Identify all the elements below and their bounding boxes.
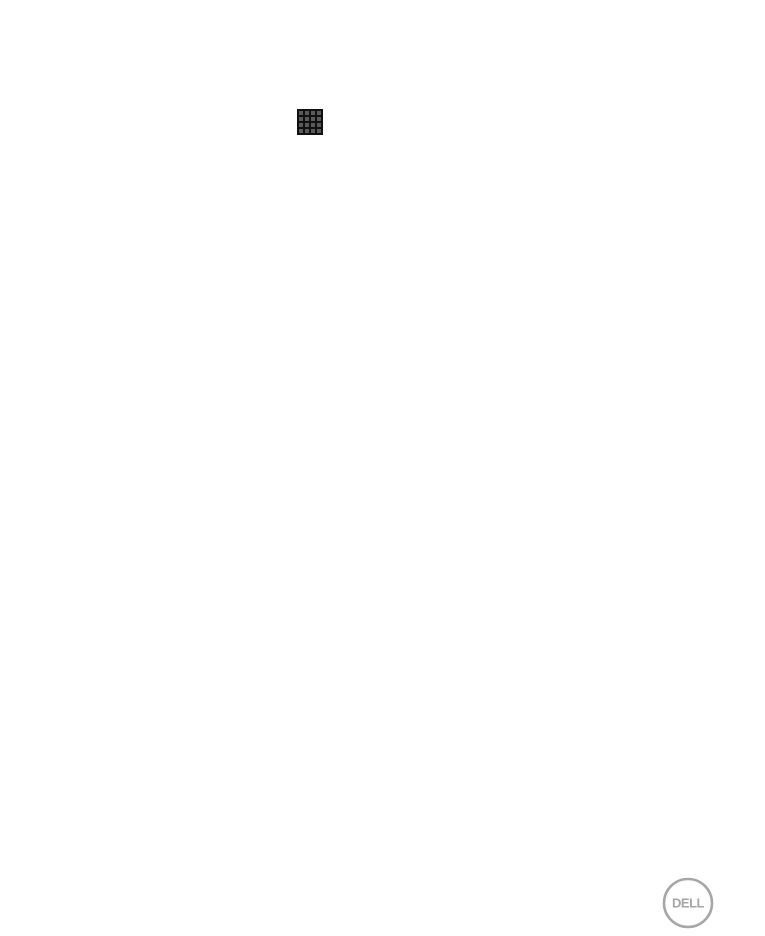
dell-logo-graphic: DELL [662, 877, 714, 929]
manual-page: DELL [0, 0, 765, 936]
dell-logo-wordmark: DELL [672, 896, 705, 911]
dell-logo: DELL [662, 877, 714, 929]
apps-grid-icon-graphic [297, 109, 323, 135]
apps-grid-icon [297, 109, 323, 135]
